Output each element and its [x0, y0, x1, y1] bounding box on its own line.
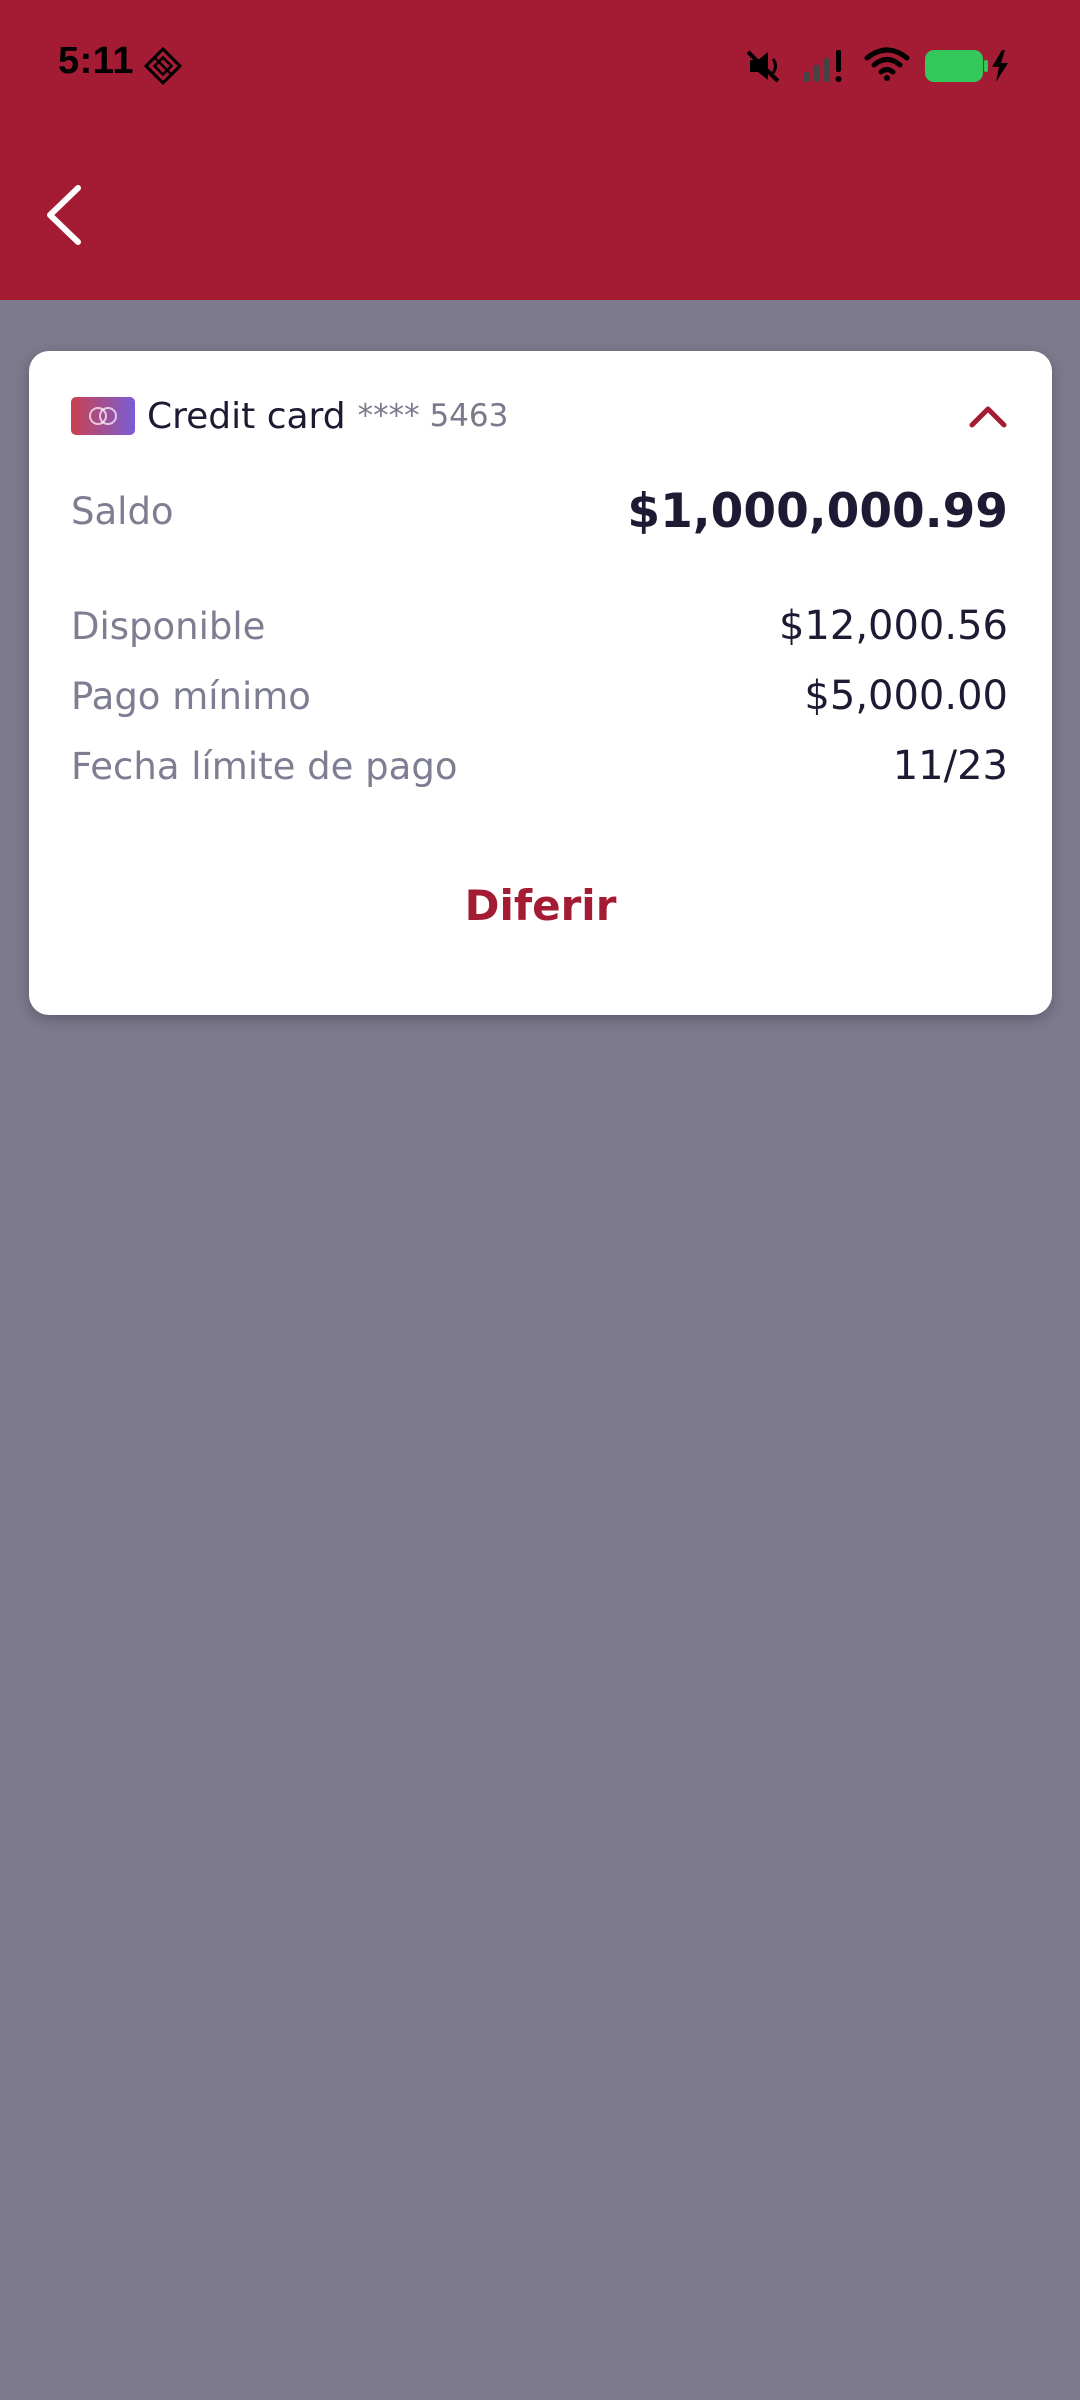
- balance-label: Saldo: [71, 489, 174, 533]
- card-name: Credit card: [147, 395, 346, 437]
- card-thumbnail-icon: [71, 397, 135, 435]
- app-diamond-icon: [143, 46, 183, 86]
- minimum-payment-row: Pago mínimo $5,000.00: [71, 666, 1008, 726]
- defer-button[interactable]: Diferir: [29, 871, 1052, 941]
- card-header: Credit card **** 5463: [71, 391, 508, 441]
- minimum-payment-label: Pago mínimo: [71, 674, 311, 718]
- signal-icon: [804, 50, 842, 82]
- available-label: Disponible: [71, 604, 266, 648]
- due-date-row: Fecha límite de pago 11/23: [71, 736, 1008, 796]
- mute-icon: [746, 50, 780, 83]
- due-date-value: 11/23: [892, 743, 1008, 789]
- minimum-payment-value: $5,000.00: [804, 673, 1008, 719]
- due-date-label: Fecha límite de pago: [71, 744, 458, 788]
- top-bar: 5:11: [0, 0, 1080, 300]
- credit-card-summary: Credit card **** 5463 Saldo $1,000,000.9…: [29, 351, 1052, 1015]
- balance-value: $1,000,000.99: [627, 483, 1008, 539]
- status-time: 5:11: [58, 40, 134, 82]
- chevron-up-icon[interactable]: [966, 399, 1010, 433]
- back-button[interactable]: [30, 170, 100, 260]
- balance-row: Saldo $1,000,000.99: [71, 481, 1008, 541]
- wifi-icon: [864, 47, 910, 81]
- card-masked-number: **** 5463: [357, 398, 509, 434]
- battery-icon: [925, 50, 1008, 82]
- available-row: Disponible $12,000.56: [71, 596, 1008, 656]
- available-value: $12,000.56: [778, 603, 1008, 649]
